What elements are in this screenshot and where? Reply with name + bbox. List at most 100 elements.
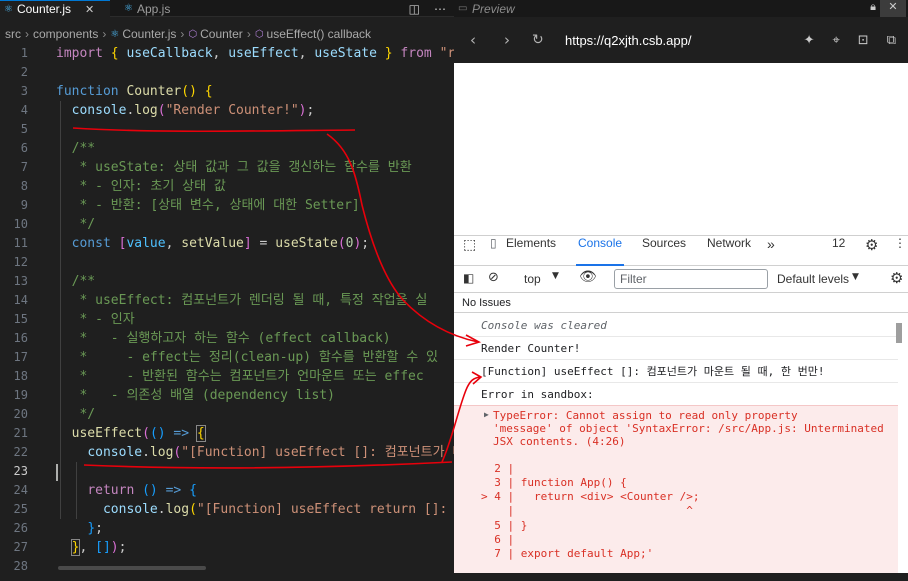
- more-options-icon[interactable]: ⋮: [894, 236, 906, 266]
- settings-icon[interactable]: ⚙: [890, 269, 903, 287]
- caret-down-icon: ▼: [852, 272, 859, 282]
- code-line: 7 * useState: 상태 값과 그 값을 갱신하는 함수를 반환: [20, 160, 412, 175]
- vertical-scrollbar[interactable]: [896, 323, 902, 343]
- code-frame-line: 2 |: [481, 462, 515, 475]
- inspect-element-icon[interactable]: ⬚: [463, 236, 476, 266]
- breadcrumb-item[interactable]: useEffect() callback: [267, 27, 372, 41]
- function-symbol-icon: ⬡: [254, 28, 264, 40]
- preview-panel: ▭ Preview 🔒︎ ✕ ‹ › ↻ https://q2xjth.csb.…: [454, 0, 908, 581]
- status-bar: [0, 573, 908, 581]
- devtools-tab-bar: ⬚ ▯ Elements Console Sources Network » 1…: [454, 236, 908, 266]
- tab-sources[interactable]: Sources: [642, 236, 686, 266]
- chevron-right-icon: ›: [180, 27, 185, 41]
- console-message: Console was cleared: [454, 315, 898, 337]
- tab-label: Counter.js: [16, 2, 71, 16]
- issue-count-badge[interactable]: 12: [832, 236, 845, 266]
- terminal-icon[interactable]: ⊡: [858, 33, 869, 48]
- sparkle-icon[interactable]: ✦: [804, 33, 815, 48]
- filter-input[interactable]: Filter: [614, 269, 768, 289]
- eye-icon[interactable]: 👁︎: [579, 269, 597, 285]
- console-log: Console was cleared Render Counter! [Fun…: [454, 313, 902, 581]
- url-actions: ✦ ⌖ ⊡ ⧉: [804, 33, 896, 48]
- tab-elements[interactable]: Elements: [506, 236, 556, 266]
- log-levels-select[interactable]: Default levels: [777, 272, 849, 286]
- split-editor-icon[interactable]: ◫: [409, 2, 420, 16]
- device-toolbar-icon[interactable]: ▯: [490, 236, 497, 266]
- code-frame-line: 3 | function App() {: [481, 476, 627, 489]
- close-icon[interactable]: ✕: [880, 0, 906, 17]
- breadcrumb-item[interactable]: src: [5, 27, 21, 41]
- back-icon[interactable]: ‹: [470, 31, 476, 49]
- tab-app-js[interactable]: ⚛ App.js: [124, 0, 214, 17]
- code-frame-line: > 4 | return <div> <Counter />;: [481, 490, 700, 503]
- code-frame-line: 5 | }: [481, 519, 528, 532]
- open-external-icon[interactable]: ⧉: [887, 33, 896, 48]
- code-line: 16 * - 실행하고자 하는 함수 (effect callback): [13, 331, 391, 346]
- tab-console[interactable]: Console: [576, 236, 625, 266]
- preview-viewport[interactable]: [454, 63, 908, 235]
- settings-icon[interactable]: ⚙: [865, 236, 878, 266]
- tab-label: App.js: [136, 1, 171, 16]
- console-toolbar: ◧ ⊘ top ▼ 👁︎ Filter Default levels ▼ ⚙: [454, 266, 908, 293]
- code-line: 14 * useEffect: 컴포넌트가 렌더링 될 때, 특정 작업을 실: [13, 293, 428, 308]
- chevron-right-icon: ›: [102, 27, 107, 41]
- tab-counter-js[interactable]: ⚛ Counter.js ✕: [0, 0, 110, 17]
- code-line: 11 const [value, setValue] = useState(0)…: [13, 236, 370, 251]
- tab-network[interactable]: Network: [707, 236, 751, 266]
- console-message: [Function] useEffect []: 컴포넌트가 마운트 될 때, …: [454, 361, 898, 383]
- code-line: 2: [20, 65, 28, 79]
- code-line: 26 };: [13, 521, 103, 536]
- react-icon: ⚛: [124, 3, 133, 14]
- breadcrumb: src › components › ⚛ Counter.js › ⬡ Coun…: [0, 25, 454, 43]
- breadcrumb-item[interactable]: components: [33, 27, 98, 41]
- code-line: 19 * - 의존성 배열 (dependency list): [13, 388, 335, 403]
- code-area[interactable]: 1 import { useCallback, useEffect, useSta…: [0, 44, 454, 573]
- code-line: 13 /**: [13, 274, 96, 289]
- lock-icon[interactable]: 🔒︎: [870, 0, 876, 14]
- code-line: 10 */: [13, 217, 96, 232]
- breadcrumb-item[interactable]: Counter.js: [122, 27, 176, 41]
- code-line: 20 */: [13, 407, 96, 422]
- code-line: 22 console.log("[Function] useEffect []:…: [13, 445, 454, 460]
- preview-header: ▭ Preview 🔒︎ ✕: [454, 0, 908, 17]
- expand-arrow-icon[interactable]: ▶: [484, 410, 489, 419]
- crosshair-icon[interactable]: ⌖: [832, 33, 839, 48]
- code-editor[interactable]: ⚛ Counter.js ✕ ⚛ App.js ◫ ⋯ src › compon…: [0, 0, 454, 581]
- close-icon[interactable]: ✕: [85, 3, 94, 16]
- more-tabs-icon[interactable]: »: [767, 236, 775, 266]
- editor-tab-bar: ⚛ Counter.js ✕ ⚛ App.js ◫ ⋯: [0, 0, 454, 17]
- code-line: 24 return () => {: [13, 483, 197, 498]
- more-actions-icon[interactable]: ⋯: [434, 2, 446, 16]
- code-line: 12: [13, 255, 28, 269]
- code-line: 27 }, []);: [13, 539, 127, 556]
- clear-console-icon[interactable]: ⊘: [488, 270, 499, 285]
- chevron-right-icon: ›: [25, 27, 29, 41]
- preview-title: Preview: [472, 1, 515, 16]
- code-line: 5: [20, 122, 28, 136]
- code-frame-line: | ^: [481, 504, 693, 517]
- preview-icon: ▭: [458, 3, 468, 14]
- console-error: ▶ TypeError: Cannot assign to read only …: [454, 405, 898, 581]
- devtools-panel: ⬚ ▯ Elements Console Sources Network » 1…: [454, 235, 908, 581]
- function-symbol-icon: ⬡: [188, 28, 198, 40]
- console-message: Error in sandbox:: [481, 388, 594, 401]
- code-line: 8 * - 인자: 초기 상태 값: [20, 179, 226, 194]
- browser-url-bar: ‹ › ↻ https://q2xjth.csb.app/ ✦ ⌖ ⊡ ⧉: [454, 17, 908, 63]
- sidebar-toggle-icon[interactable]: ◧: [463, 271, 474, 285]
- issues-status[interactable]: No Issues: [454, 293, 908, 313]
- code-line: 3 function Counter() {: [20, 84, 213, 99]
- code-line: 15 * - 인자: [13, 312, 135, 327]
- url-field[interactable]: https://q2xjth.csb.app/: [565, 33, 691, 48]
- text-cursor: [56, 464, 58, 481]
- editor-actions: ◫ ⋯: [409, 0, 454, 17]
- breadcrumb-item[interactable]: Counter: [200, 27, 243, 41]
- error-message: TypeError: Cannot assign to read only pr…: [493, 409, 884, 448]
- context-select[interactable]: top: [524, 272, 541, 286]
- refresh-icon[interactable]: ↻: [532, 32, 544, 48]
- code-line: 17 * - effect는 정리(clean-up) 함수를 반환할 수 있: [13, 350, 439, 365]
- horizontal-scrollbar[interactable]: [58, 566, 206, 570]
- code-line-current: 23: [13, 464, 28, 478]
- code-line: 25 console.log("[Function] useEffect ret…: [13, 502, 454, 517]
- react-icon: ⚛: [4, 3, 13, 15]
- forward-icon[interactable]: ›: [504, 31, 510, 49]
